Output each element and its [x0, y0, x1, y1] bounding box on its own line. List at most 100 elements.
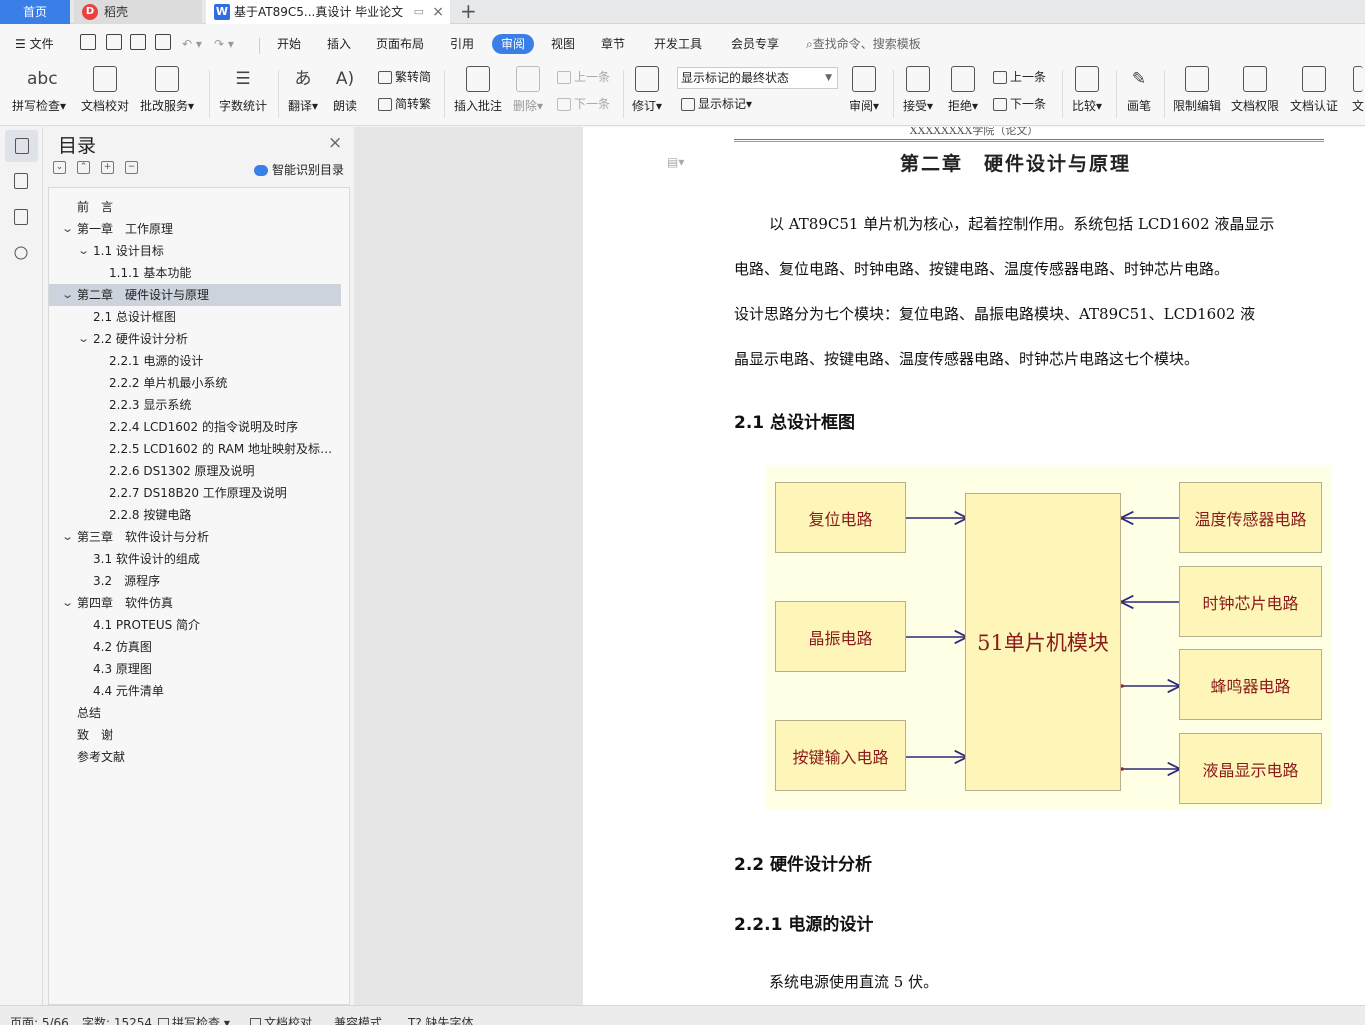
menu-chapter[interactable]: 章节 [601, 34, 625, 54]
toc-item[interactable]: 前 言 [49, 196, 341, 218]
export-pdf-icon[interactable] [106, 34, 122, 50]
close-tab-icon[interactable]: × [432, 0, 444, 24]
track-changes-button[interactable]: 修订▾ [632, 66, 662, 114]
menu-insert[interactable]: 插入 [327, 34, 351, 54]
doc-permission-button[interactable]: 文档权限 [1231, 66, 1279, 114]
toc-item[interactable]: 2.2.2 单片机最小系统 [49, 372, 341, 394]
tab-home[interactable]: 首页 [0, 0, 70, 24]
show-markup-button[interactable]: 显示标记▾ [681, 95, 752, 112]
tab-document[interactable]: W 基于AT89C5...真设计 毕业论文 ▭ × [206, 0, 450, 24]
new-tab-icon[interactable]: + [460, 0, 477, 24]
save-icon[interactable] [80, 34, 96, 50]
toc-item[interactable]: 2.2.5 LCD1602 的 RAM 地址映射及标准字库表 [49, 438, 341, 460]
menu-start[interactable]: 开始 [277, 34, 301, 54]
menu-member[interactable]: 会员专享 [731, 34, 779, 54]
toc-item[interactable]: 3.2 源程序 [49, 570, 341, 592]
page-indicator[interactable]: 页面: 5/66 [10, 1014, 69, 1025]
chevron-down-icon[interactable]: ⌄ [77, 240, 90, 262]
chevron-down-icon[interactable]: ⌄ [61, 592, 74, 614]
toc-item[interactable]: 3.1 软件设计的组成 [49, 548, 341, 570]
command-search[interactable]: ⌕查找命令、搜索模板 [806, 34, 921, 54]
toc-item[interactable]: ⌄ 第三章 软件设计与分析 [49, 526, 341, 548]
toc-item[interactable]: 参考文献 [49, 746, 341, 768]
read-aloud-button[interactable]: A) 朗读 [333, 66, 357, 114]
file-menu[interactable]: ☰ 文件 [15, 34, 54, 54]
toc-item[interactable]: 2.2.6 DS1302 原理及说明 [49, 460, 341, 482]
print-preview-icon[interactable] [155, 34, 171, 50]
toc-item[interactable]: 2.2.7 DS18B20 工作原理及说明 [49, 482, 341, 504]
menu-review[interactable]: 审阅 [492, 34, 535, 54]
chapter-nav-button[interactable] [11, 171, 31, 191]
ribbon-overflow-button[interactable]: 文 [1352, 66, 1364, 114]
undo-icon[interactable]: ↶ ▾ [182, 34, 202, 54]
smart-toc-button[interactable]: 智能识别目录 [254, 161, 344, 178]
expand-all-icon[interactable]: ⌃ [77, 161, 90, 174]
next-change-button[interactable]: 下一条 [993, 95, 1046, 112]
toc-item[interactable]: ⌄ 第一章 工作原理 [49, 218, 341, 240]
print-icon[interactable] [130, 34, 146, 50]
spell-check-button[interactable]: abc 拼写检查▾ [12, 66, 66, 114]
bookmark-nav-button[interactable] [11, 207, 31, 227]
toc-item[interactable]: 总结 [49, 702, 341, 724]
missing-font-indicator[interactable]: T? 缺失字体 [408, 1014, 474, 1025]
toc-item[interactable]: 2.1 总设计框图 [49, 306, 341, 328]
search-nav-button[interactable] [11, 243, 31, 263]
toc-item[interactable]: ⌄ 1.1 设计目标 [49, 240, 341, 262]
toc-item[interactable]: 4.2 仿真图 [49, 636, 341, 658]
tab-daoke[interactable]: D 稻壳 [74, 0, 202, 24]
doc-proofread-button[interactable]: 文档校对 [81, 66, 129, 114]
add-heading-icon[interactable]: + [101, 161, 114, 174]
redo-icon[interactable]: ↷ ▾ [214, 34, 234, 54]
document-canvas[interactable]: XXXXXXXX学院（论文） ▤▾ 第二章 硬件设计与原理 以 AT89C51 … [354, 127, 1365, 1005]
monitor-icon[interactable]: ▭ [414, 0, 424, 24]
insert-comment-button[interactable]: 插入批注 [454, 66, 502, 114]
status-proofread[interactable]: 文档校对 [250, 1014, 312, 1025]
close-icon[interactable]: × [328, 133, 342, 153]
toc-item[interactable]: ⌄ 第四章 软件仿真 [49, 592, 341, 614]
document-page[interactable]: XXXXXXXX学院（论文） ▤▾ 第二章 硬件设计与原理 以 AT89C51 … [583, 127, 1365, 1005]
chevron-down-icon[interactable]: ⌄ [61, 218, 74, 240]
review-pane-button[interactable]: 审阅▾ [849, 66, 879, 114]
markup-status-select[interactable]: 显示标记的最终状态 ▼ [677, 67, 838, 89]
menu-view[interactable]: 视图 [551, 34, 575, 54]
chevron-down-icon[interactable]: ⌄ [61, 284, 74, 306]
word-count-button[interactable]: ☰ 字数统计 [219, 66, 267, 114]
simp-to-trad-button[interactable]: 简转繁 [378, 95, 431, 112]
toc-item[interactable]: 4.3 原理图 [49, 658, 341, 680]
toc-item[interactable]: 2.2.8 按键电路 [49, 504, 341, 526]
pen-button[interactable]: ✎ 画笔 [1127, 66, 1151, 114]
toc-item[interactable]: 2.2.4 LCD1602 的指令说明及时序 [49, 416, 341, 438]
delete-comment-button[interactable]: 删除▾ [513, 66, 543, 114]
word-count-indicator[interactable]: 字数: 15254 [82, 1014, 152, 1025]
next-comment-button[interactable]: 下一条 [557, 95, 610, 112]
prev-comment-button[interactable]: 上一条 [557, 68, 610, 85]
trad-to-simp-button[interactable]: 繁转简 [378, 68, 431, 85]
toc-item[interactable]: 2.2.3 显示系统 [49, 394, 341, 416]
toc-nav-button[interactable] [5, 130, 38, 162]
chevron-down-icon[interactable]: ⌄ [61, 526, 74, 548]
toc-item[interactable]: ⌄ 2.2 硬件设计分析 [49, 328, 341, 350]
batch-service-button[interactable]: 批改服务▾ [140, 66, 194, 114]
reject-icon [951, 66, 976, 92]
menu-dev-tools[interactable]: 开发工具 [654, 34, 702, 54]
toc-item[interactable]: 4.1 PROTEUS 简介 [49, 614, 341, 636]
toc-item-selected[interactable]: ⌄ 第二章 硬件设计与原理 [49, 284, 341, 306]
reject-button[interactable]: 拒绝▾ [948, 66, 978, 114]
toc-item[interactable]: 4.4 元件清单 [49, 680, 341, 702]
compare-button[interactable]: 比较▾ [1072, 66, 1102, 114]
toc-item[interactable]: 致 谢 [49, 724, 341, 746]
prev-change-button[interactable]: 上一条 [993, 68, 1046, 85]
translate-button[interactable]: あ 翻译▾ [288, 66, 318, 114]
status-spell-check[interactable]: 拼写检查 ▾ [158, 1014, 230, 1025]
chevron-down-icon[interactable]: ⌄ [77, 328, 90, 350]
toc-item[interactable]: 2.2.1 电源的设计 [49, 350, 341, 372]
remove-heading-icon[interactable]: − [125, 161, 138, 174]
restrict-editing-button[interactable]: 限制编辑 [1173, 66, 1221, 114]
doc-cert-button[interactable]: 文档认证 [1290, 66, 1338, 114]
accept-button[interactable]: 接受▾ [903, 66, 933, 114]
toc-item-label: 2.2.4 LCD1602 的指令说明及时序 [109, 420, 299, 434]
menu-page-layout[interactable]: 页面布局 [376, 34, 424, 54]
menu-reference[interactable]: 引用 [450, 34, 474, 54]
toc-item[interactable]: 1.1.1 基本功能 [49, 262, 341, 284]
collapse-all-icon[interactable]: ⌄ [53, 161, 66, 174]
